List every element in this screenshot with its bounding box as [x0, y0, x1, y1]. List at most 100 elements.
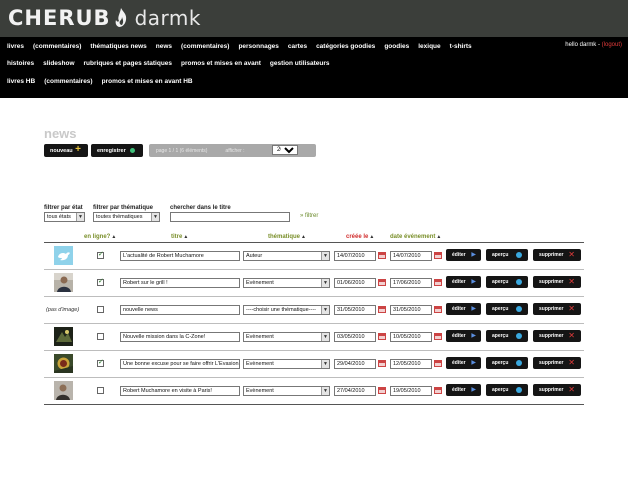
calendar-icon[interactable] [378, 333, 386, 340]
column-header-online[interactable]: en ligne?▲ [84, 234, 116, 240]
per-page-select[interactable]: 20 [272, 145, 298, 155]
created-date-input[interactable]: 01/06/2010 [334, 278, 376, 288]
calendar-icon[interactable] [378, 306, 386, 313]
pagination-bar: page 1 / 1 (6 éléments) afficher : 20 [149, 144, 316, 157]
new-button[interactable]: nouveau + [44, 144, 88, 157]
edit-button[interactable]: éditer ▶ [446, 249, 481, 261]
event-date-input[interactable]: 19/05/2010 [390, 386, 432, 396]
title-input[interactable]: Robert Muchamore en visite à Paris! [120, 386, 240, 396]
edit-button[interactable]: éditer ▶ [446, 276, 481, 288]
filter-submit-link[interactable]: » filtrer [300, 213, 318, 219]
online-checkbox[interactable] [97, 358, 104, 367]
edit-button[interactable]: éditer ▶ [446, 357, 481, 369]
created-date-input[interactable]: 31/05/2010 [334, 305, 376, 315]
online-checkbox[interactable] [97, 333, 104, 340]
edit-button[interactable]: éditer ▶ [446, 384, 481, 396]
event-date-input[interactable]: 10/05/2010 [390, 332, 432, 342]
calendar-icon[interactable] [434, 387, 442, 394]
nav-link-slideshow[interactable]: slideshow [43, 60, 74, 67]
title-input[interactable]: nouvelle news [120, 305, 240, 315]
online-checkbox[interactable] [97, 306, 104, 313]
calendar-icon[interactable] [378, 387, 386, 394]
nav-link-promos-hb[interactable]: promos et mises en avant HB [102, 78, 193, 85]
event-date-input[interactable]: 17/06/2010 [390, 278, 432, 288]
preview-button[interactable]: aperçu [486, 303, 528, 315]
preview-button[interactable]: aperçu [486, 276, 528, 288]
delete-button[interactable]: supprimer ✕ [533, 303, 581, 315]
delete-button[interactable]: supprimer ✕ [533, 384, 581, 396]
nav-link-tshirts[interactable]: t-shirts [450, 43, 472, 50]
site-logo[interactable]: CHERUB darmk [8, 5, 201, 31]
title-input[interactable]: L'actualité de Robert Muchamore [120, 251, 240, 261]
event-date-input[interactable]: 14/07/2010 [390, 251, 432, 261]
delete-button[interactable]: supprimer ✕ [533, 249, 581, 261]
nav-link-rubriques[interactable]: rubriques et pages statiques [84, 60, 173, 67]
column-header-event[interactable]: date événement▲ [390, 234, 441, 240]
theme-filter-select[interactable]: toutes thématiques ▼ [93, 212, 160, 222]
created-date-input[interactable]: 29/04/2010 [334, 359, 376, 369]
nav-link-categories-goodies[interactable]: catégories goodies [316, 43, 375, 50]
theme-select[interactable]: ----choisir une thématique---- ▼ [243, 305, 330, 315]
column-header-title[interactable]: titre▲ [171, 234, 188, 240]
preview-button[interactable]: aperçu [486, 249, 528, 261]
nav-link-promos[interactable]: promos et mises en avant [181, 60, 261, 67]
delete-button[interactable]: supprimer ✕ [533, 357, 581, 369]
calendar-icon[interactable] [378, 360, 386, 367]
edit-button[interactable]: éditer ▶ [446, 330, 481, 342]
nav-link-news-commentaires[interactable]: (commentaires) [181, 43, 229, 50]
news-thumbnail[interactable] [54, 246, 73, 265]
delete-button[interactable]: supprimer ✕ [533, 276, 581, 288]
column-header-theme[interactable]: thématique▲ [268, 234, 306, 240]
online-checkbox[interactable] [97, 277, 104, 286]
news-thumbnail[interactable] [54, 381, 73, 400]
nav-link-livres-hb-commentaires[interactable]: (commentaires) [44, 78, 92, 85]
state-filter-select[interactable]: tous états ▼ [44, 212, 85, 222]
column-header-created[interactable]: créée le▲ [346, 234, 374, 240]
title-input[interactable]: Robert sur le grill ! [120, 278, 240, 288]
preview-button[interactable]: aperçu [486, 330, 528, 342]
created-date-input[interactable]: 14/07/2010 [334, 251, 376, 261]
theme-select[interactable]: Auteur ▼ [243, 251, 330, 261]
nav-link-thematiques-news[interactable]: thématiques news [90, 43, 146, 50]
title-input[interactable]: Une bonne excuse pour se faire offrir L'… [120, 359, 240, 369]
nav-link-livres[interactable]: livres [7, 43, 24, 50]
calendar-icon[interactable] [434, 360, 442, 367]
nav-link-livres-commentaires[interactable]: (commentaires) [33, 43, 81, 50]
theme-select[interactable]: Evènement ▼ [243, 386, 330, 396]
nav-link-lexique[interactable]: lexique [418, 43, 440, 50]
nav-link-gestion-utilisateurs[interactable]: gestion utilisateurs [270, 60, 330, 67]
nav-link-goodies[interactable]: goodies [384, 43, 409, 50]
calendar-icon[interactable] [434, 279, 442, 286]
delete-button-label: supprimer [539, 252, 564, 258]
save-button[interactable]: enregistrer [91, 144, 143, 157]
theme-select[interactable]: Evènement ▼ [243, 278, 330, 288]
created-date-input[interactable]: 03/05/2010 [334, 332, 376, 342]
event-date-input[interactable]: 31/05/2010 [390, 305, 432, 315]
search-input[interactable] [170, 212, 290, 222]
calendar-icon[interactable] [378, 279, 386, 286]
preview-button[interactable]: aperçu [486, 384, 528, 396]
preview-button[interactable]: aperçu [486, 357, 528, 369]
news-thumbnail[interactable] [54, 327, 73, 346]
event-date-input[interactable]: 12/05/2010 [390, 359, 432, 369]
nav-link-cartes[interactable]: cartes [288, 43, 307, 50]
logout-link[interactable]: (logout) [602, 42, 622, 48]
calendar-icon[interactable] [434, 252, 442, 259]
calendar-icon[interactable] [434, 306, 442, 313]
news-thumbnail[interactable] [54, 354, 73, 373]
theme-select[interactable]: Evènement ▼ [243, 359, 330, 369]
nav-link-personnages[interactable]: personnages [238, 43, 278, 50]
title-input[interactable]: Nouvelle mission dans la C-Zone! [120, 332, 240, 342]
edit-button[interactable]: éditer ▶ [446, 303, 481, 315]
delete-button[interactable]: supprimer ✕ [533, 330, 581, 342]
online-checkbox[interactable] [97, 250, 104, 259]
theme-select[interactable]: Evènement ▼ [243, 332, 330, 342]
online-checkbox[interactable] [97, 387, 104, 394]
nav-link-histoires[interactable]: histoires [7, 60, 34, 67]
calendar-icon[interactable] [378, 252, 386, 259]
news-thumbnail[interactable] [54, 273, 73, 292]
nav-link-livres-hb[interactable]: livres HB [7, 78, 35, 85]
nav-link-news[interactable]: news [156, 43, 172, 50]
created-date-input[interactable]: 27/04/2010 [334, 386, 376, 396]
calendar-icon[interactable] [434, 333, 442, 340]
